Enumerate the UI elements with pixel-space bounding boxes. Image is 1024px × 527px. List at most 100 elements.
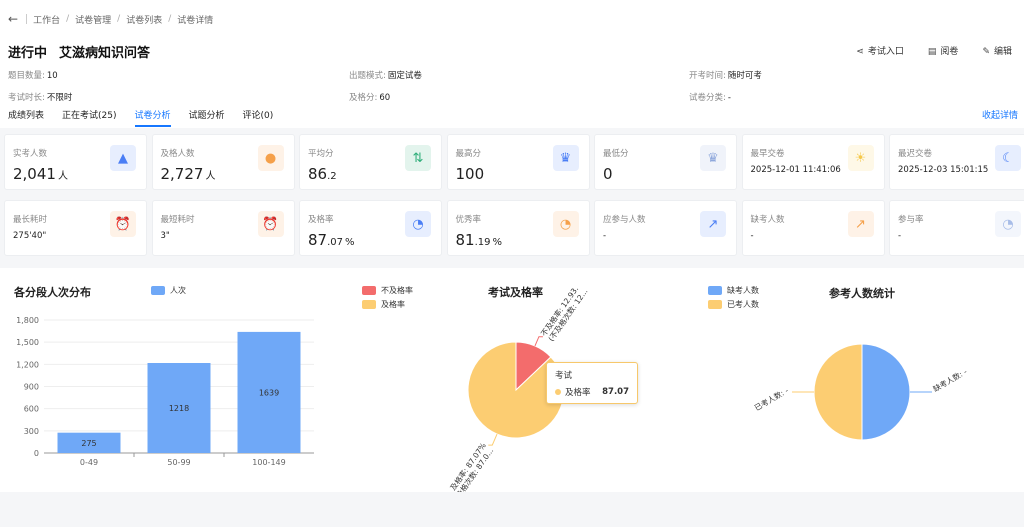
bar-chart-legend[interactable]: 人次 (151, 285, 186, 296)
stat-label: 实考人数 (13, 149, 48, 159)
stat-label: 平均分 (308, 149, 334, 159)
stat-value-main: 100 (455, 165, 485, 183)
meta-duration: 考试时长: 不限时 (8, 91, 72, 103)
stat-label: 最低分 (603, 149, 629, 159)
meta-label: 及格分: (349, 93, 378, 103)
stat-value: - (751, 231, 754, 241)
bar-chart-title: 各分段人次分布 (14, 286, 91, 299)
stat-label: 最高分 (455, 149, 482, 159)
stat-value-main: 2,041 (13, 165, 56, 183)
breadcrumb-item-exam-list[interactable]: 试卷列表 (126, 13, 162, 26)
back-arrow-icon[interactable]: ← (8, 12, 18, 26)
legend-label: 人次 (170, 286, 186, 295)
charts-panel: 各分段人次分布 人次 0 300 600 900 1,200 1,500 1,800 275 0… (0, 268, 1024, 492)
footer-area (0, 492, 1024, 527)
stat-value: 87.07% (308, 231, 355, 249)
exam-status: 进行中 (8, 46, 48, 61)
stat-value-main: 2,727 (160, 165, 204, 183)
trend-orange-icon: ↗ (847, 211, 874, 237)
stat-value: 0 (603, 165, 613, 183)
stat-label: 最短耗时 (160, 215, 195, 225)
stat-value-main: 87 (308, 231, 328, 249)
stats-panel: 实考人数 2,041 人 ▲ 及格人数 2,727 人 ● 平均分 86.2 ⇅ 最高分 100 ♛ 最低分… (0, 128, 1024, 268)
legend-swatch (708, 300, 722, 309)
tab-bar: 成绩列表 正在考试(25) 试卷分析 试题分析 评论(0) (8, 108, 273, 127)
tooltip-dot (555, 389, 561, 395)
alarm-short-icon: ⏰ (257, 211, 284, 237)
breadcrumb-separator: / (168, 14, 172, 24)
stat-unit: 人 (57, 171, 68, 182)
share-icon: ⋖ (856, 47, 864, 57)
breadcrumb-item-exam-management[interactable]: 试卷管理 (75, 13, 111, 26)
legend-swatch (362, 300, 376, 309)
exam-title: 艾滋病知识问答 (59, 46, 151, 61)
stat-label: 最早交卷 (750, 149, 785, 159)
grade-button[interactable]: ▤ 阅卷 (928, 44, 959, 57)
meta-start-time: 开考时间: 随时可考 (689, 69, 762, 81)
meta-question-count: 题目数量: 10 (8, 69, 58, 81)
stat-card: 最早交卷 2025-12-01 11:41:06 ☀ (741, 134, 885, 190)
pencil-icon: ✎ (982, 47, 990, 57)
tooltip-value: 87.07 (602, 387, 629, 397)
stat-value: 2,041 人 (13, 165, 68, 183)
breadcrumb: ← 工作台 / 试卷管理 / 试卷列表 / 试卷详情 (8, 12, 213, 26)
pie-slice[interactable] (813, 343, 863, 441)
tab-in-progress[interactable]: 正在考试(25) (62, 108, 116, 127)
meta-label: 开考时间: (689, 71, 726, 81)
exam-entry-label: 考试入口 (867, 47, 904, 57)
swap-icon: ⇅ (405, 145, 431, 171)
stat-value: - (603, 231, 606, 241)
header-panel: ← 工作台 / 试卷管理 / 试卷列表 / 试卷详情 进行中 艾滋病知识问答 ⋖… (0, 0, 1024, 128)
stat-value-main: 2025-12-01 11:41:06 (750, 165, 841, 175)
pie-label-line (488, 433, 498, 446)
stat-unit: % (492, 237, 503, 248)
meta-value: 固定试卷 (387, 71, 422, 81)
trophy-icon: ♛ (552, 145, 579, 171)
alarm-icon: ⏰ (110, 211, 136, 237)
stat-card: 实考人数 2,041 人 ▲ (4, 134, 147, 190)
pie-slice[interactable] (861, 343, 911, 441)
meta-label: 考试时长: (8, 93, 45, 103)
grade-label: 阅卷 (940, 47, 959, 57)
pie-icon: ◔ (405, 211, 431, 237)
stat-label: 缺考人数 (750, 215, 785, 225)
stat-value-main: 275'40" (13, 231, 47, 241)
stat-value: 100 (456, 165, 485, 183)
x-tick-label: 100-149 (252, 458, 285, 467)
stat-card: 应参与人数 - ↗ (594, 200, 737, 256)
stat-card: 最迟交卷 2025-12-03 15:01:15 ☾ (889, 134, 1024, 190)
stat-value: - (898, 231, 901, 241)
meta-mode: 出题模式: 固定试卷 (349, 69, 422, 81)
tab-exam-analysis[interactable]: 试卷分析 (134, 108, 171, 127)
meta-label: 试卷分类: (689, 93, 726, 103)
stat-card: 优秀率 81.19% ◔ (446, 200, 590, 256)
stat-label: 应参与人数 (603, 215, 646, 225)
stat-card: 最短耗时 3" ⏰ (151, 200, 295, 256)
stat-value-main: 81 (455, 231, 475, 249)
stat-card: 及格人数 2,727 人 ● (151, 134, 295, 190)
bar-data-label: 1218 (169, 404, 189, 413)
stat-value: 2025-12-03 15:01:15 (898, 165, 988, 175)
tab-comments[interactable]: 评论(0) (243, 108, 274, 127)
tab-score-list[interactable]: 成绩列表 (8, 108, 44, 127)
edit-button[interactable]: ✎ 编辑 (982, 44, 1012, 57)
stat-card: 最高分 100 ♛ (446, 134, 590, 190)
collapse-details-link[interactable]: 收起详情 (982, 108, 1018, 121)
header-actions: ⋖ 考试入口 ▤ 阅卷 ✎ 编辑 (856, 44, 1012, 57)
meta-value: 随时可考 (727, 71, 762, 81)
sun-icon: ☀ (847, 145, 874, 171)
y-tick-label: 900 (24, 383, 39, 392)
badge-icon: ● (257, 145, 284, 171)
pass-chart-legend-pass[interactable]: 及格率 (362, 299, 405, 310)
stat-value-decimal: .19 (474, 237, 491, 248)
stat-value: 2025-12-01 11:41:06 (751, 165, 841, 175)
exam-entry-button[interactable]: ⋖ 考试入口 (856, 44, 904, 57)
x-tick-label: 0-49 (80, 458, 98, 467)
breadcrumb-item-workbench[interactable]: 工作台 (33, 13, 60, 26)
meta-pass-score: 及格分: 60 (349, 91, 390, 103)
stat-card: 最低分 0 ♛ (594, 134, 737, 190)
meta-value: - (727, 93, 731, 103)
y-tick-label: 300 (24, 427, 39, 436)
breadcrumb-separator: / (66, 14, 70, 24)
tab-question-analysis[interactable]: 试题分析 (189, 108, 225, 127)
